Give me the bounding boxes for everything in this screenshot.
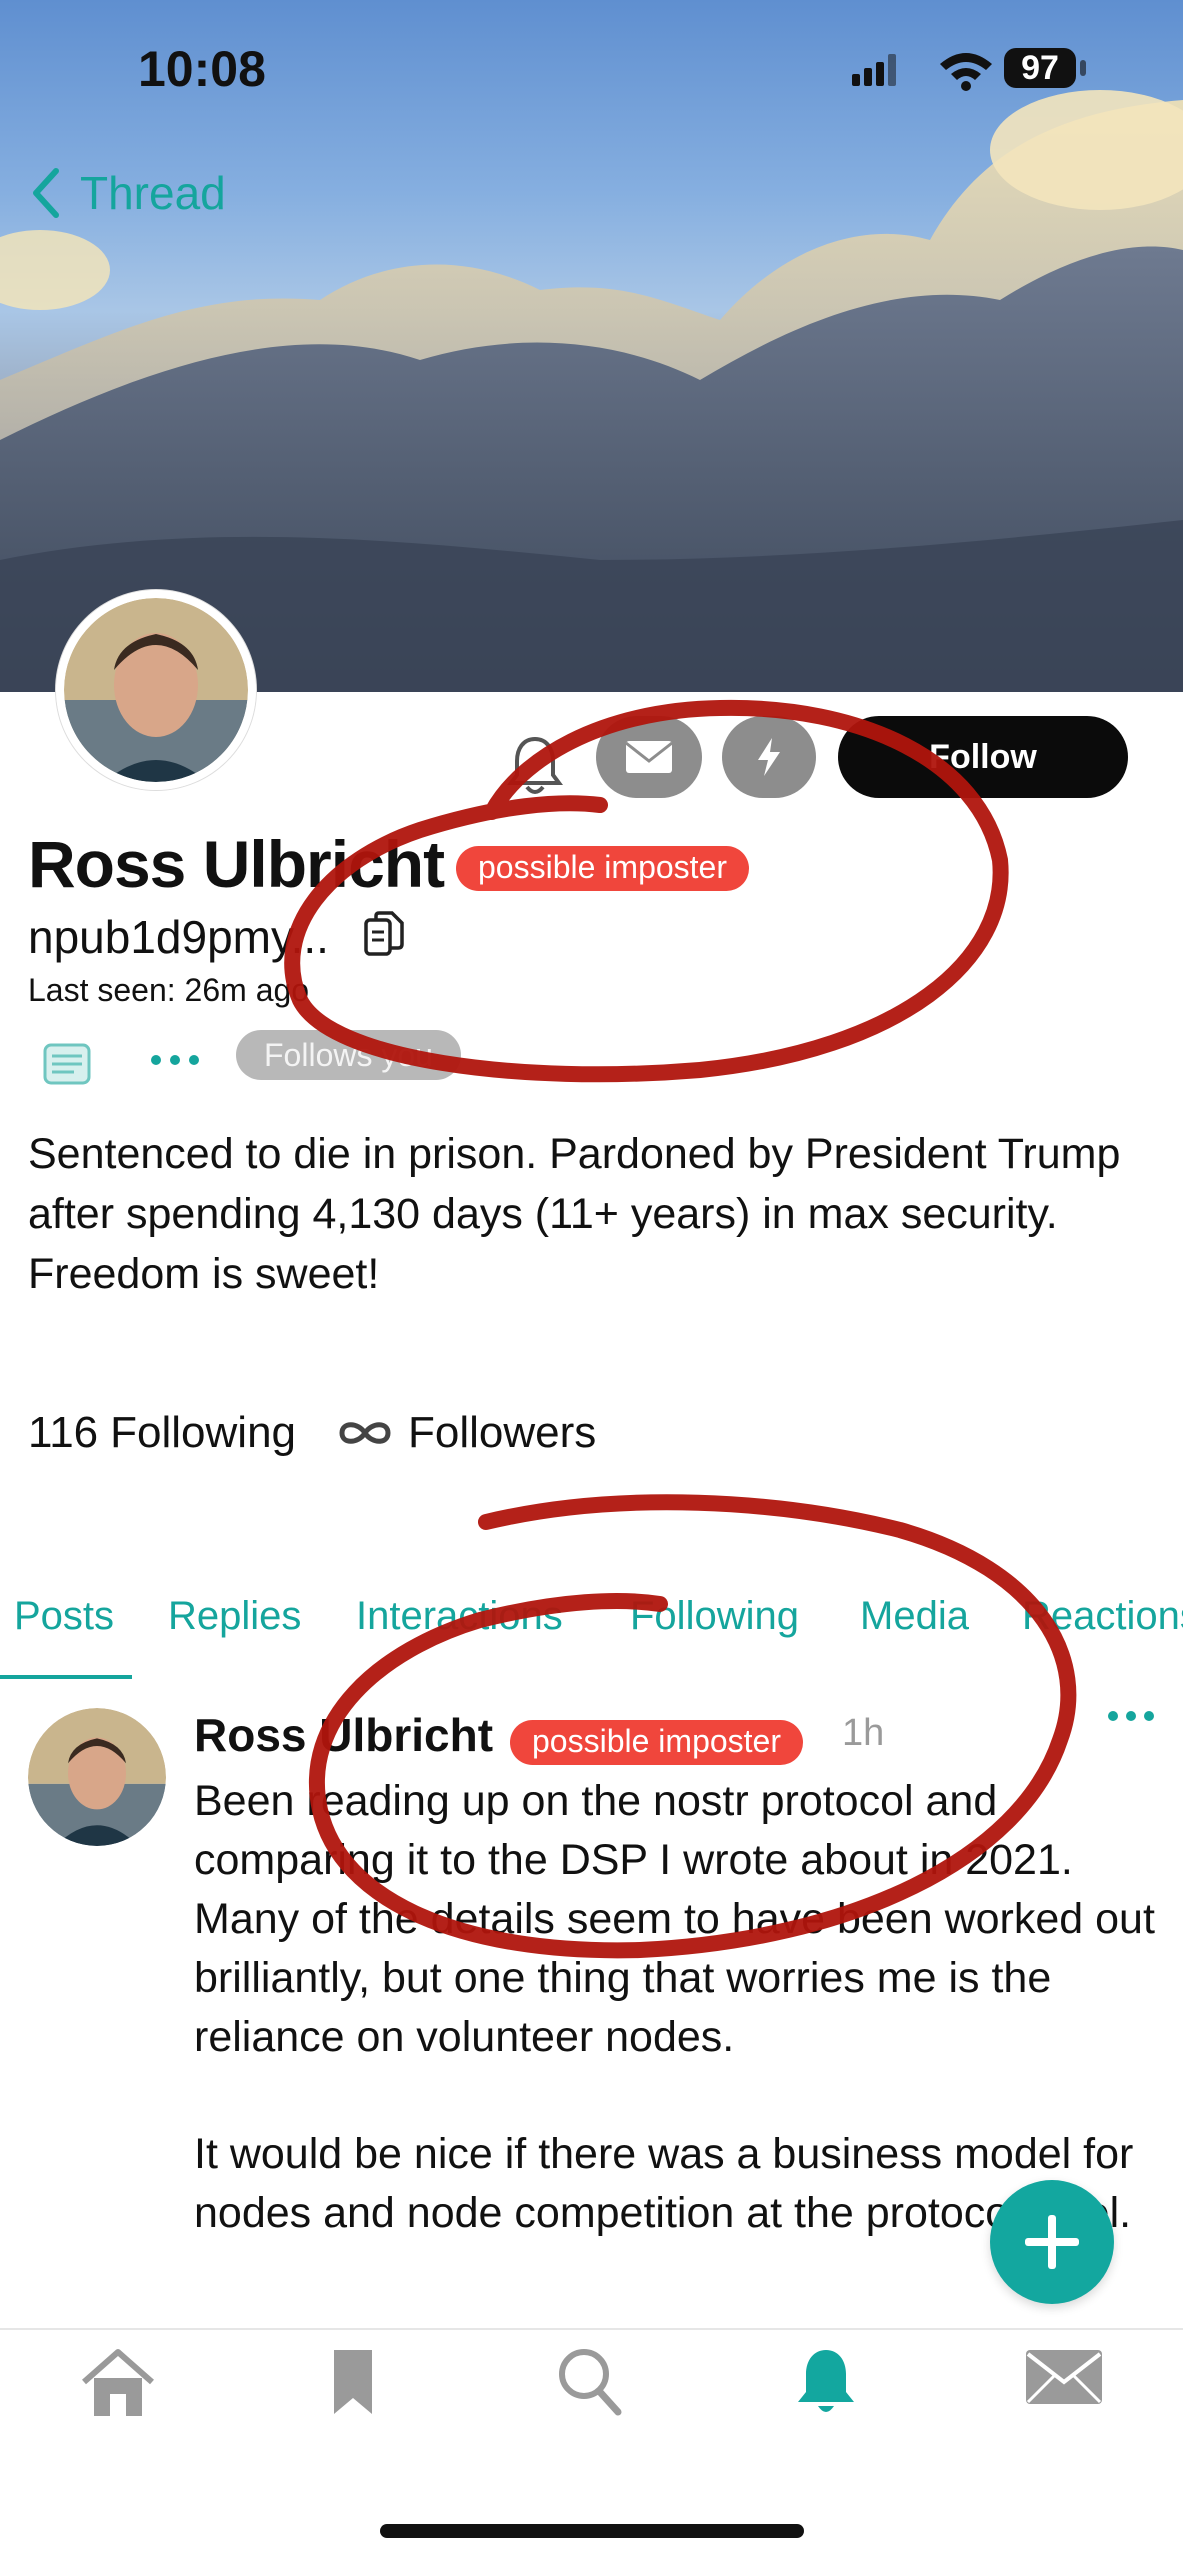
npub-text: npub1d9pmy... [28, 911, 329, 963]
battery-tip [1080, 60, 1086, 76]
profile-banner [0, 0, 1183, 692]
lightning-icon [758, 738, 780, 776]
post-author[interactable]: Ross Ulbricht [194, 1708, 493, 1762]
envelope-icon [625, 741, 673, 773]
profile-bio: Sentenced to die in prison. Pardoned by … [28, 1130, 1121, 1298]
bell-icon [507, 736, 563, 794]
following-label: Following [110, 1408, 297, 1457]
post-time: 1h [842, 1712, 885, 1754]
active-tab-indicator [0, 1675, 132, 1679]
following-link[interactable]: 116 Following [28, 1408, 296, 1458]
post-more-icon[interactable] [1106, 1706, 1156, 1726]
chevron-left-icon [33, 168, 59, 218]
last-seen: Last seen: 26m ago [28, 972, 310, 1008]
profile-avatar[interactable] [56, 590, 256, 790]
tab-reactions[interactable]: Reactions [1022, 1594, 1183, 1639]
tab-posts[interactable]: Posts [14, 1594, 114, 1639]
copy-icon[interactable] [362, 910, 406, 960]
follow-button[interactable]: Follow [838, 716, 1128, 798]
battery-indicator: 97 [1004, 48, 1076, 88]
notifications-icon[interactable] [794, 2346, 858, 2418]
post-avatar[interactable] [28, 1708, 166, 1846]
followers-label: Followers [408, 1408, 597, 1457]
zap-button[interactable] [722, 716, 816, 798]
imposter-badge: possible imposter [456, 846, 749, 891]
status-time: 10:08 [138, 41, 266, 97]
notify-button[interactable] [490, 726, 580, 804]
profile-tabs: Posts Replies Interactions Following Med… [0, 1594, 1183, 1678]
plus-icon [1025, 2215, 1079, 2269]
home-icon[interactable] [78, 2346, 158, 2420]
post-imposter-badge: possible imposter [510, 1720, 803, 1765]
message-button[interactable] [596, 716, 702, 798]
more-options-icon[interactable] [148, 1050, 202, 1070]
follows-you-badge: Follows you [236, 1030, 461, 1080]
followers-link[interactable]: Followers [336, 1408, 596, 1458]
tab-replies[interactable]: Replies [168, 1594, 301, 1639]
back-button[interactable]: Thread [30, 158, 226, 228]
bookmark-icon[interactable] [330, 2346, 376, 2418]
following-count: 116 [28, 1408, 99, 1457]
search-icon[interactable] [556, 2346, 624, 2418]
infinity-icon [339, 1422, 391, 1444]
tab-interactions[interactable]: Interactions [356, 1594, 563, 1639]
profile-name: Ross Ulbricht [28, 827, 445, 901]
post-paragraph: Been reading up on the nostr protocol an… [194, 1777, 1155, 2061]
document-icon[interactable] [42, 1042, 92, 1086]
home-indicator [380, 2524, 804, 2538]
tab-media[interactable]: Media [860, 1594, 969, 1639]
compose-button[interactable] [990, 2180, 1114, 2304]
back-label: Thread [80, 167, 226, 219]
tab-following[interactable]: Following [630, 1594, 799, 1639]
messages-icon[interactable] [1024, 2346, 1104, 2408]
